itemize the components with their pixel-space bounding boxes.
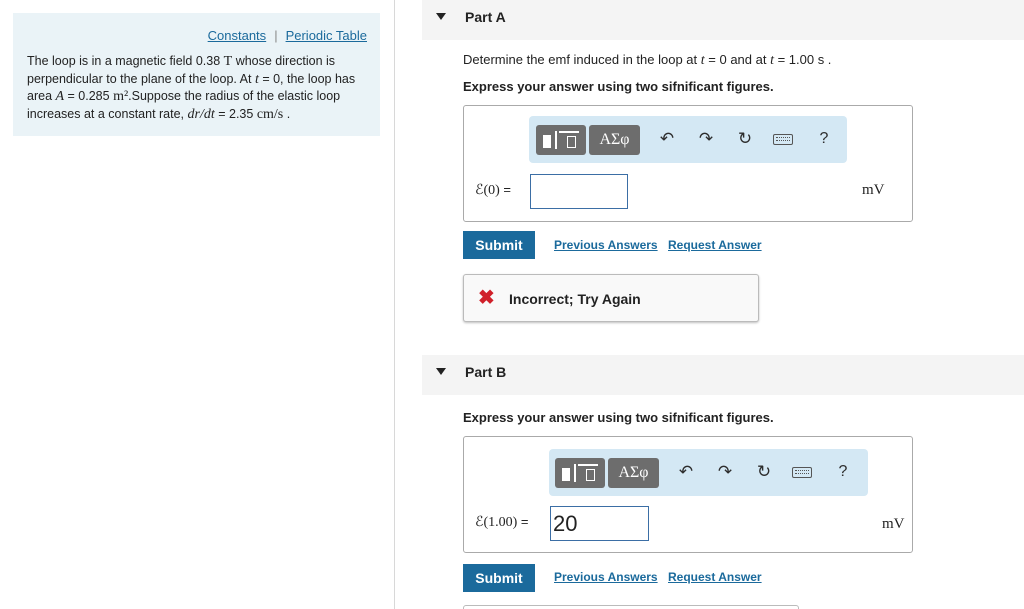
resource-links: Constants | Periodic Table bbox=[208, 28, 367, 43]
constants-link[interactable]: Constants bbox=[208, 28, 267, 43]
part-b-title: Part B bbox=[465, 364, 507, 380]
part-b-submit-button[interactable]: Submit bbox=[463, 564, 535, 592]
question-text-1: Determine the emf induced in the loop at bbox=[463, 52, 701, 67]
undo-icon[interactable]: ↶ bbox=[656, 128, 678, 150]
problem-panel: Constants | Periodic Table The loop is in … bbox=[13, 13, 380, 136]
redo-icon[interactable]: ↷ bbox=[714, 461, 736, 483]
area-variable: A bbox=[55, 89, 65, 104]
periodic-table-link[interactable]: Periodic Table bbox=[286, 28, 367, 43]
equals-sign: = bbox=[499, 182, 512, 197]
emf-zero-symbol: ℰ(0) bbox=[475, 183, 500, 198]
tesla-unit: T bbox=[223, 54, 233, 69]
undo-icon[interactable]: ↶ bbox=[675, 461, 697, 483]
part-a-previous-answers-link[interactable]: Previous Answers bbox=[554, 238, 658, 252]
collapse-caret-icon[interactable] bbox=[436, 368, 446, 375]
greek-symbols-button[interactable]: ΑΣφ bbox=[589, 125, 640, 155]
math-toolbar: ΑΣφ ↶ ↷ ↻ ? bbox=[549, 449, 868, 496]
template-root-icon bbox=[574, 464, 576, 482]
part-a-question: Determine the emf induced in the loop at… bbox=[463, 52, 831, 69]
part-b-feedback-box bbox=[463, 605, 799, 609]
unit-label: mV bbox=[882, 516, 905, 532]
link-separator: | bbox=[274, 28, 278, 43]
reset-icon[interactable]: ↻ bbox=[753, 461, 775, 483]
question-text-2: = 0 and at bbox=[704, 52, 771, 67]
template-block-icon bbox=[543, 135, 551, 148]
area-unit: m² bbox=[113, 89, 129, 104]
part-b-answer-box: ΑΣφ ↶ ↷ ↻ ? ℰ(1.00) = mV bbox=[463, 436, 913, 553]
template-box-icon bbox=[586, 469, 595, 481]
part-b-header[interactable]: Part B bbox=[422, 355, 1024, 395]
problem-text-6: = 2.35 bbox=[214, 106, 257, 121]
emf-one-label: ℰ(1.00) = bbox=[475, 514, 529, 531]
part-a-header[interactable]: Part A bbox=[422, 0, 1024, 40]
part-a-submit-button[interactable]: Submit bbox=[463, 231, 535, 259]
keyboard-icon[interactable] bbox=[792, 467, 812, 478]
templates-button[interactable] bbox=[555, 458, 605, 488]
reset-icon[interactable]: ↻ bbox=[734, 128, 756, 150]
help-icon[interactable]: ? bbox=[832, 461, 854, 483]
template-box-icon bbox=[567, 136, 576, 148]
problem-text-1: The loop is in a magnetic field 0.38 bbox=[27, 54, 224, 68]
template-root-bar-icon bbox=[559, 131, 579, 133]
emf-zero-input[interactable] bbox=[530, 174, 628, 209]
part-b-request-answer-link[interactable]: Request Answer bbox=[668, 570, 762, 584]
emf-one-symbol: ℰ(1.00) bbox=[475, 515, 518, 530]
redo-icon[interactable]: ↷ bbox=[695, 128, 717, 150]
part-a-request-answer-link[interactable]: Request Answer bbox=[668, 238, 762, 252]
unit-label: mV bbox=[862, 182, 885, 198]
part-b-instruction: Express your answer using two sifnifican… bbox=[463, 410, 774, 425]
emf-zero-label: ℰ(0) = bbox=[475, 182, 511, 199]
part-a-answer-box: ΑΣφ ↶ ↷ ↻ ? ℰ(0) = mV bbox=[463, 105, 913, 222]
collapse-caret-icon[interactable] bbox=[436, 13, 446, 20]
drdt-expression: dr/dt bbox=[187, 106, 215, 122]
part-a-instruction: Express your answer using two sifnifican… bbox=[463, 79, 774, 94]
incorrect-icon: ✖ bbox=[478, 287, 495, 309]
greek-symbols-button[interactable]: ΑΣφ bbox=[608, 458, 659, 488]
problem-text-4: = 0.285 bbox=[64, 89, 114, 103]
keyboard-icon[interactable] bbox=[773, 134, 793, 145]
feedback-box: ✖ Incorrect; Try Again bbox=[463, 274, 759, 322]
template-block-icon bbox=[562, 468, 570, 481]
template-root-bar-icon bbox=[578, 464, 598, 466]
feedback-message: Incorrect; Try Again bbox=[509, 291, 641, 307]
question-text-3: = 1.00 s . bbox=[773, 52, 832, 67]
problem-text-7: . bbox=[283, 106, 291, 121]
part-a-title: Part A bbox=[465, 9, 506, 25]
rate-unit: cm/s bbox=[256, 106, 284, 122]
equals-sign: = bbox=[517, 514, 529, 529]
emf-one-input[interactable] bbox=[550, 506, 649, 541]
templates-button[interactable] bbox=[536, 125, 586, 155]
help-icon[interactable]: ? bbox=[813, 128, 835, 150]
column-divider bbox=[394, 0, 395, 609]
math-toolbar: ΑΣφ ↶ ↷ ↻ ? bbox=[529, 116, 847, 163]
part-b-previous-answers-link[interactable]: Previous Answers bbox=[554, 570, 658, 584]
problem-statement: The loop is in a magnetic field 0.38 T w… bbox=[27, 53, 372, 123]
template-root-icon bbox=[555, 131, 557, 149]
